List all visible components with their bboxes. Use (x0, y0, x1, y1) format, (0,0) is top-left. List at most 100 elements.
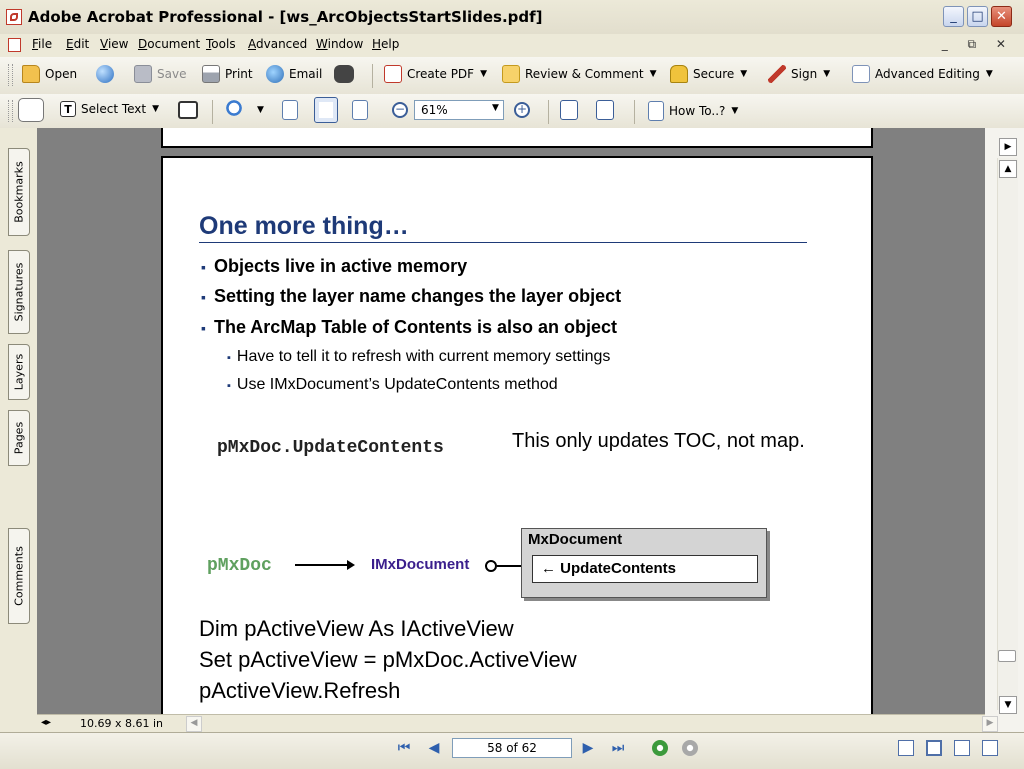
sub-bullet-point: Have to tell it to refresh with current … (227, 348, 610, 366)
page-icon (282, 100, 298, 120)
menu-help[interactable]: Help (372, 37, 399, 51)
menu-file[interactable]: File (32, 37, 52, 51)
page-size-bar (37, 714, 985, 733)
dropdown-arrow-icon: ▼ (985, 69, 993, 79)
sub-bullet-point: Use IMxDocument’s UpdateContents method (227, 376, 558, 394)
select-text-button[interactable]: T Select Text ▼ (60, 101, 159, 117)
go-back-icon[interactable] (652, 740, 668, 756)
continuous-facing-view-icon[interactable] (954, 740, 970, 756)
zoom-tool-button[interactable]: ▼ (226, 100, 264, 120)
create-pdf-icon (384, 65, 402, 83)
disk-icon (134, 65, 152, 83)
review-icon (502, 65, 520, 83)
scrollbar-track[interactable] (997, 158, 1018, 710)
rotate-clockwise-button[interactable] (560, 100, 583, 120)
interface-lollipop-icon (485, 560, 497, 572)
create-pdf-button[interactable]: Create PDF ▼ (384, 65, 487, 83)
menu-advanced[interactable]: Advanced (248, 37, 307, 51)
tab-signatures[interactable]: Signatures (8, 250, 30, 334)
code-line: Dim pActiveView As IActiveView (199, 616, 514, 641)
maximize-button[interactable]: □ (967, 6, 988, 27)
scrollbar-thumb[interactable] (998, 650, 1016, 662)
zoom-in-button[interactable]: + (514, 102, 535, 118)
menu-document[interactable]: Document (138, 37, 200, 51)
zoom-level-field[interactable]: 61% (414, 100, 504, 120)
menu-window[interactable]: Window (316, 37, 363, 51)
help-list-icon (648, 101, 664, 121)
document-view[interactable]: One more thing… Objects live in active m… (37, 128, 985, 714)
single-page-view-icon[interactable] (898, 740, 914, 756)
class-box-title: MxDocument (528, 531, 623, 548)
tab-layers[interactable]: Layers (8, 344, 30, 400)
toolbar-grip[interactable] (8, 64, 13, 86)
scroll-right-button[interactable]: ▶ (982, 716, 998, 732)
tab-bookmarks[interactable]: Bookmarks (8, 148, 30, 236)
scroll-left-button[interactable]: ◀ (186, 716, 202, 732)
continuous-view-icon[interactable] (926, 740, 942, 756)
document-window-controls[interactable]: _ ⧉ ✕ (942, 37, 1014, 52)
go-forward-icon[interactable] (682, 740, 698, 756)
dropdown-arrow-icon: ▼ (740, 69, 748, 79)
dropdown-arrow-icon: ▼ (480, 69, 487, 79)
scroll-down-button[interactable]: ▼ (999, 696, 1017, 714)
first-page-icon[interactable]: ⏮ (396, 740, 412, 756)
zoom-out-button[interactable]: − (392, 102, 413, 118)
class-method: ← UpdateContents (532, 555, 758, 583)
diagram-interface-label: IMxDocument (371, 556, 470, 573)
save-button[interactable]: Save (134, 65, 186, 83)
zoom-dropdown-arrow-icon[interactable]: ▼ (492, 103, 499, 113)
hand-icon (18, 98, 44, 122)
resize-arrows-icon[interactable]: ◂▸ (41, 717, 51, 728)
minimize-button[interactable]: _ (943, 6, 964, 27)
document-icon[interactable] (8, 38, 21, 52)
snapshot-button[interactable] (178, 101, 203, 119)
rotate-counterclockwise-button[interactable] (596, 100, 619, 120)
sign-button[interactable]: Sign ▼ (768, 65, 830, 83)
binoculars-icon (334, 65, 354, 83)
search-button[interactable] (334, 65, 359, 83)
review-comment-button[interactable]: Review & Comment ▼ (502, 65, 657, 83)
last-page-icon[interactable]: ⏭ (610, 740, 626, 756)
previous-page-edge (161, 128, 873, 148)
menu-view[interactable]: View (100, 37, 128, 51)
next-page-icon[interactable]: ▶ (580, 740, 596, 756)
close-button[interactable]: ✕ (991, 6, 1012, 27)
how-to-button[interactable]: How To..? ▼ (648, 101, 738, 121)
code-line: Set pActiveView = pMxDoc.ActiveView (199, 647, 577, 672)
minus-icon: − (392, 102, 408, 118)
open-button[interactable]: Open (22, 65, 77, 83)
advanced-editing-button[interactable]: Advanced Editing ▼ (852, 65, 993, 83)
page-size-text: 10.69 x 8.61 in (80, 717, 164, 730)
previous-page-icon[interactable]: ◀ (426, 740, 442, 756)
hand-tool-button[interactable] (18, 98, 49, 122)
dropdown-arrow-icon: ▼ (649, 69, 657, 79)
menu-tools[interactable]: Tools (206, 37, 236, 51)
show-panel-arrow-icon[interactable]: ▶ (999, 138, 1017, 156)
print-button[interactable]: Print (202, 65, 253, 83)
tab-pages[interactable]: Pages (8, 410, 30, 466)
toolbar-grip[interactable] (8, 100, 13, 122)
class-box: MxDocument ← UpdateContents (521, 528, 767, 598)
annotation-text: This only updates TOC, not map. (512, 430, 805, 452)
cursor-icon (852, 65, 870, 83)
secure-button[interactable]: Secure ▼ (670, 65, 747, 83)
fit-page-button[interactable] (314, 97, 343, 123)
organizer-button[interactable] (96, 65, 119, 83)
facing-view-icon[interactable] (982, 740, 998, 756)
tab-comments[interactable]: Comments (8, 528, 30, 624)
menu-edit[interactable]: Edit (66, 37, 89, 51)
rotate-ccw-icon (596, 100, 614, 120)
scroll-up-button[interactable]: ▲ (999, 160, 1017, 178)
actual-size-button[interactable] (282, 100, 303, 120)
text-select-icon: T (60, 101, 76, 117)
page-number-field[interactable]: 58 of 62 (452, 738, 572, 758)
fit-width-button[interactable] (352, 100, 373, 120)
diagram-variable: pMxDoc (207, 556, 272, 576)
email-icon (266, 65, 284, 83)
folder-icon (22, 65, 40, 83)
email-button[interactable]: Email (266, 65, 322, 83)
printer-icon (202, 65, 220, 83)
dropdown-arrow-icon: ▼ (731, 106, 739, 116)
acrobat-app-icon[interactable] (6, 9, 22, 25)
rotate-cw-icon (560, 100, 578, 120)
